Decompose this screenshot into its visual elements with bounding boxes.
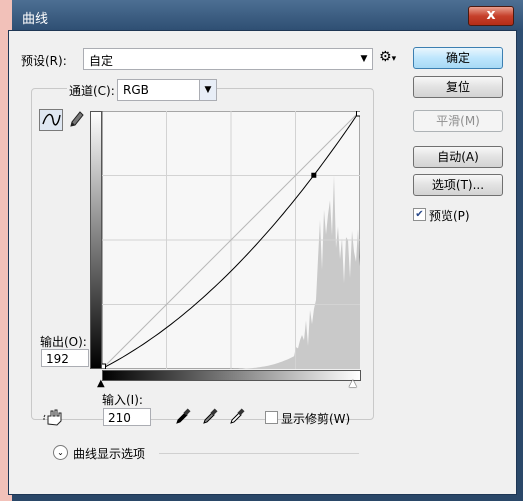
- pencil-tool-icon[interactable]: [67, 109, 85, 129]
- ok-button[interactable]: 确定: [413, 47, 503, 69]
- control-point[interactable]: [311, 172, 317, 178]
- dialog-client: 预设(R): 自定 ▼ ⚙▾ 确定 复位 平滑(M) 自动(A) 选项(T)..…: [8, 30, 517, 495]
- preview-checkbox[interactable]: ✔: [413, 208, 426, 221]
- reset-button[interactable]: 复位: [413, 76, 503, 98]
- show-clipping-label: 显示修剪(W): [281, 412, 351, 426]
- input-label: 输入(I):: [102, 393, 143, 407]
- display-options-label[interactable]: 曲线显示选项: [73, 445, 145, 462]
- black-point-slider[interactable]: ▲: [97, 378, 105, 389]
- white-point-slider[interactable]: ▲: [349, 378, 357, 389]
- output-gradient-bar: [90, 111, 102, 369]
- curve-tool-icon[interactable]: [39, 109, 63, 131]
- preset-label: 预设(R):: [21, 54, 67, 68]
- curve-graph[interactable]: [102, 111, 360, 369]
- channel-value: RGB: [123, 83, 149, 97]
- output-label: 输出(O):: [40, 335, 87, 349]
- gray-eyedropper-icon[interactable]: [202, 407, 218, 425]
- chevron-down-icon: ▼: [360, 54, 368, 64]
- divider: [159, 453, 359, 454]
- options-button[interactable]: 选项(T)...: [413, 174, 503, 196]
- chevron-down-icon: ▼: [199, 80, 216, 100]
- preset-value: 自定: [89, 54, 114, 68]
- input-gradient-bar: [102, 370, 361, 381]
- white-eyedropper-icon[interactable]: [229, 407, 245, 425]
- control-point-white[interactable]: [356, 111, 361, 117]
- output-field[interactable]: 192: [41, 349, 89, 367]
- black-eyedropper-icon[interactable]: [175, 407, 191, 425]
- dialog-title: 曲线: [22, 12, 49, 27]
- preset-select[interactable]: 自定 ▼: [83, 48, 373, 70]
- hand-adjust-icon[interactable]: [43, 407, 65, 427]
- channel-select[interactable]: RGB ▼: [117, 79, 217, 101]
- gear-icon[interactable]: ⚙▾: [379, 49, 396, 65]
- expand-toggle-icon[interactable]: ⌄: [53, 445, 68, 460]
- smooth-button[interactable]: 平滑(M): [413, 110, 503, 132]
- close-button[interactable]: x: [468, 6, 514, 26]
- control-point-black[interactable]: [102, 363, 106, 369]
- channel-label: 通道(C):: [67, 82, 117, 99]
- show-clipping-checkbox[interactable]: [265, 411, 278, 424]
- preview-label: 预览(P): [429, 209, 470, 223]
- input-field[interactable]: 210: [103, 408, 151, 426]
- auto-button[interactable]: 自动(A): [413, 146, 503, 168]
